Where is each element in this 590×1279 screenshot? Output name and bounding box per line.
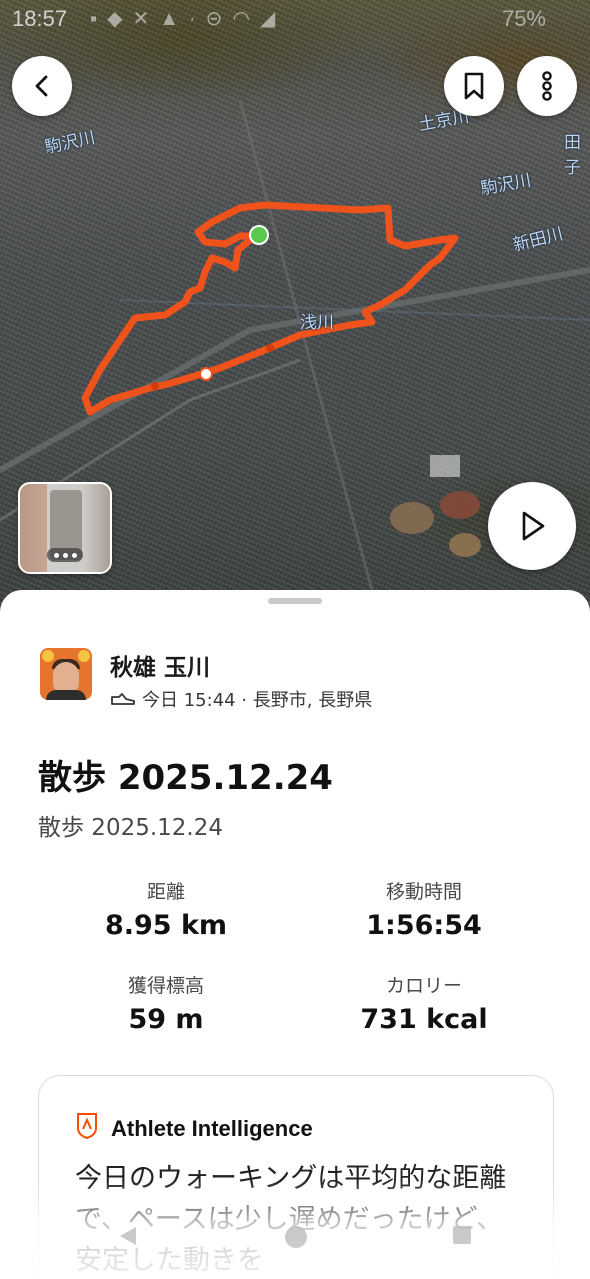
activity-meta: 今日 15:44 · 長野市, 長野県 [110, 686, 372, 712]
avatar[interactable] [40, 648, 92, 700]
back-triangle-icon[interactable] [116, 1224, 140, 1248]
play-icon [522, 511, 545, 541]
more-options-button[interactable] [517, 56, 577, 116]
stat-label: 獲得標高 [127, 975, 204, 997]
status-battery: 75% [501, 6, 546, 31]
stat-label: 移動時間 [385, 881, 462, 903]
stat-moving-time: 移動時間 1:56:54 [314, 877, 534, 941]
bookmark-icon [464, 72, 484, 100]
activity-detail-sheet: 秋雄 玉川 今日 15:44 · 長野市, 長野県 散歩 2025.12.24 … [0, 590, 590, 1279]
stat-calories: カロリー 731 kcal [314, 971, 534, 1035]
play-flyover-button[interactable] [488, 482, 576, 570]
activity-title: 散歩 2025.12.24 [38, 758, 333, 798]
bookmark-button[interactable] [444, 56, 504, 116]
photo-thumbnail[interactable] [18, 482, 112, 574]
status-bar: 18:57 ▪◆✕▲·⊝◠◢ 75% [0, 0, 590, 36]
athlete-intelligence-title: Athlete Intelligence [111, 1116, 313, 1141]
athlete-name[interactable]: 秋雄 玉川 [110, 648, 210, 682]
stat-label: カロリー [385, 975, 462, 997]
photo-pager-dots [47, 548, 83, 562]
stat-value: 731 kcal [360, 1004, 488, 1035]
stat-elevation-gain: 獲得標高 59 m [56, 971, 276, 1035]
home-circle-icon[interactable] [283, 1224, 309, 1250]
athlete-intelligence-icon [77, 1113, 97, 1140]
status-time: 18:57 [12, 6, 68, 31]
system-navigation-bar [0, 1218, 590, 1258]
status-icons: ▪◆✕▲·⊝◠◢ [90, 8, 286, 30]
stat-value: 59 m [128, 1004, 204, 1035]
chevron-left-icon [35, 75, 48, 97]
map-label: 浅川 [300, 313, 334, 332]
map-label: 田子 [564, 133, 581, 177]
recents-square-icon[interactable] [451, 1224, 473, 1246]
shoe-icon [111, 693, 135, 705]
activity-meta-text: 今日 15:44 · 長野市, 長野県 [142, 690, 373, 711]
stat-distance: 距離 8.95 km [56, 877, 276, 941]
back-button[interactable] [12, 56, 72, 116]
sheet-drag-handle[interactable] [268, 598, 322, 604]
stat-label: 距離 [146, 881, 185, 903]
activity-description: 散歩 2025.12.24 [38, 815, 223, 841]
stat-value: 1:56:54 [366, 910, 482, 941]
more-vertical-icon [542, 71, 552, 101]
stat-value: 8.95 km [104, 910, 228, 941]
route-map[interactable]: 駒沢川 土京川 駒沢川 新田川 浅川 田子 18:57 ▪◆✕▲·⊝◠◢ 75% [0, 0, 590, 620]
